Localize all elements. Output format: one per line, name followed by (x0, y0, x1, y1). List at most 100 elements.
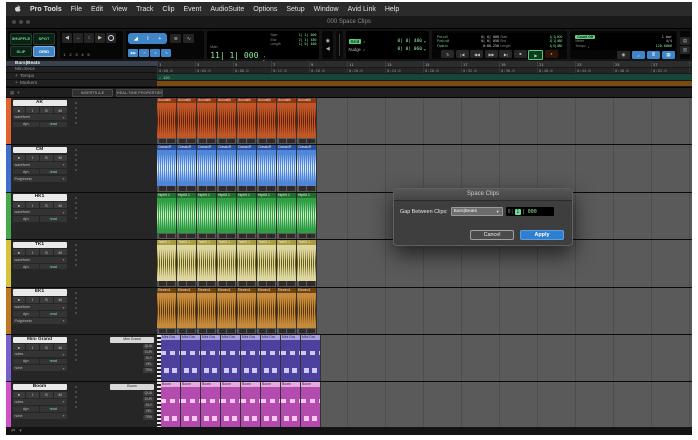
zoom-preset-3[interactable]: 3 (74, 52, 79, 57)
markers-ruler[interactable] (157, 81, 692, 88)
cancel-button[interactable]: Cancel (470, 230, 514, 240)
track-name[interactable]: TK1 (13, 242, 67, 249)
clip[interactable]: Acoustik (197, 98, 217, 144)
insert-slot[interactable] (75, 212, 77, 214)
zoom-tool-3[interactable]: ▶ (95, 33, 105, 43)
menu-event[interactable]: Event (183, 6, 201, 13)
clip[interactable]: Acoustik (277, 98, 297, 144)
insert-slot[interactable] (75, 401, 77, 403)
chevron-down-icon[interactable]: ▾ (263, 54, 265, 59)
edit-mode-slip[interactable]: SLIP (10, 46, 32, 58)
insert-slot[interactable] (75, 102, 77, 104)
insert-slot[interactable] (75, 396, 77, 398)
clip[interactable]: TekKit 1 (277, 240, 297, 286)
clip[interactable]: HipKit 1 (157, 193, 177, 239)
automation-mode-selector[interactable]: read (40, 169, 67, 175)
chevron-down-icon[interactable]: ▾ (17, 90, 19, 96)
mute-button[interactable]: M (54, 249, 67, 255)
insert-slot[interactable] (75, 122, 77, 124)
clip[interactable]: Boom (161, 382, 181, 428)
clip[interactable]: Electro1 (277, 288, 297, 334)
record-enable-button[interactable]: ● (13, 155, 26, 161)
main-counter-value[interactable]: 11| 1| 000 (210, 51, 258, 60)
clip[interactable]: TekKit 1 (197, 240, 217, 286)
record-enable-button[interactable]: ● (13, 344, 26, 350)
mix-window-toggle[interactable]: ▤ (680, 37, 690, 45)
clip[interactable]: ClassicR (257, 145, 277, 191)
insert-slot[interactable] (75, 259, 77, 261)
solo-button[interactable]: S (40, 392, 53, 398)
insert-slot[interactable] (75, 302, 77, 304)
input-monitor-button[interactable]: I (26, 344, 39, 350)
clip[interactable]: ClassicR (297, 145, 317, 191)
apple-menu-icon[interactable] (13, 4, 21, 14)
record-enable-button[interactable]: ● (13, 202, 26, 208)
insert-slot[interactable] (75, 312, 77, 314)
zoom-preset-2[interactable]: 2 (68, 52, 73, 57)
solo-button[interactable]: S (40, 107, 53, 113)
automation-mode-selector[interactable]: read (40, 359, 67, 365)
solo-button[interactable]: S (40, 297, 53, 303)
clip[interactable]: HipKit 1 (297, 193, 317, 239)
track-list-icon[interactable]: ▦ (10, 90, 14, 96)
go-to-end-button[interactable]: ▶| (499, 50, 512, 58)
clip[interactable]: Boom (201, 382, 221, 428)
chevron-down-icon[interactable]: ▾ (424, 47, 426, 52)
clip[interactable]: ClassicR (197, 145, 217, 191)
mute-button[interactable]: M (54, 107, 67, 113)
insert-slot[interactable] (75, 359, 77, 361)
insert-slot[interactable] (75, 217, 77, 219)
track-name[interactable]: HK1 (13, 194, 67, 201)
input-monitor-button[interactable]: I (26, 107, 39, 113)
clip[interactable]: HipKit 1 (217, 193, 237, 239)
dyn-selector[interactable]: dyn (13, 264, 40, 270)
insert-slot[interactable] (75, 117, 77, 119)
apply-button[interactable]: Apply (520, 230, 564, 240)
clip[interactable]: Electro1 (237, 288, 257, 334)
clip[interactable]: Mini Gra (241, 335, 261, 381)
chevron-down-icon[interactable]: ▾ (424, 39, 426, 44)
insert-slot[interactable] (75, 292, 77, 294)
clip[interactable]: Electro1 (217, 288, 237, 334)
gap-value-field[interactable]: 0|1| 000 (506, 207, 554, 216)
elastic-audio-selector[interactable]: Polyphonic▾ (13, 176, 67, 182)
clip[interactable]: Acoustik (177, 98, 197, 144)
track-view-selector[interactable]: notes▾ (13, 351, 67, 357)
track-lane[interactable]: BoomBoomBoomBoomBoomBoomBoomBoom (157, 382, 692, 428)
tempo-setting[interactable]: Tempo♩120.0000 (575, 44, 672, 49)
insert-slot[interactable] (75, 254, 77, 256)
pencil-tool[interactable]: ∿ (183, 34, 194, 43)
zoom-preset-5[interactable]: 5 (86, 52, 91, 57)
mute-button[interactable]: M (54, 155, 67, 161)
input-monitor-button[interactable]: I (26, 155, 39, 161)
automation-mode-selector[interactable]: read (40, 216, 67, 222)
clip[interactable]: Acoustik (257, 98, 277, 144)
clip[interactable]: ClassicR (217, 145, 237, 191)
clip[interactable]: Boom (281, 382, 301, 428)
insert-slot[interactable] (75, 169, 77, 171)
clip[interactable]: TekKit 1 (257, 240, 277, 286)
record-enable-button[interactable]: ● (13, 297, 26, 303)
scrub-tool[interactable]: ≋ (170, 34, 181, 43)
insert-slot[interactable] (75, 164, 77, 166)
menu-pro-tools[interactable]: Pro Tools (30, 6, 62, 13)
track-view-selector[interactable]: waveform▾ (13, 257, 67, 263)
automation-mode-selector[interactable]: read (40, 406, 67, 412)
automation-mode-selector[interactable]: read (40, 122, 67, 128)
track-name[interactable]: AK (13, 100, 67, 107)
insert-slot[interactable] (75, 159, 77, 161)
elastic-audio-selector[interactable]: none▾ (13, 365, 67, 371)
track-lane[interactable]: Electro1Electro1Electro1Electro1Electro1… (157, 288, 692, 334)
rtp-dly[interactable]: DLY (144, 356, 154, 361)
transport-window-toggle[interactable]: ▥ (680, 46, 690, 54)
clip[interactable]: Mini Gra (261, 335, 281, 381)
solo-button[interactable]: S (40, 344, 53, 350)
clip[interactable]: TekKit 1 (177, 240, 197, 286)
track-lane[interactable]: Mini GraMini GraMini GraMini GraMini Gra… (157, 335, 692, 381)
grabber-tool[interactable]: + (154, 34, 165, 43)
track-view-selector[interactable]: notes▾ (13, 399, 67, 405)
record-enable-button[interactable]: ● (13, 249, 26, 255)
insert-slot[interactable] (75, 354, 77, 356)
rtp-trn[interactable]: TRN (143, 415, 154, 420)
nudge-setting[interactable]: Nudge ♪ 0| 0| 060 ▾ (349, 47, 426, 52)
